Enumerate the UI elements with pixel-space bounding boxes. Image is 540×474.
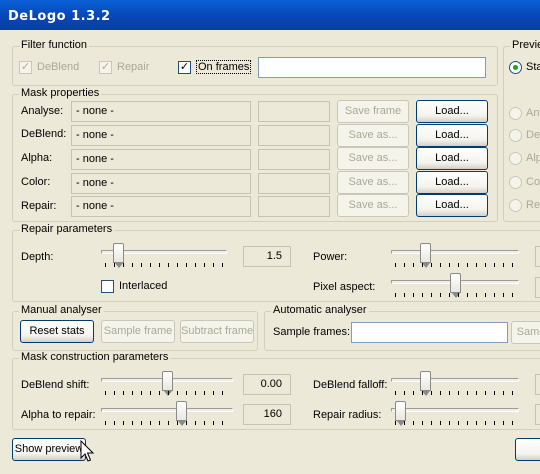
repair-save-as-button[interactable]: Save as... xyxy=(337,194,409,217)
preview-radio-alp[interactable] xyxy=(509,152,522,165)
repair-parameters-group: Repair parameters Depth: 1.5 Interlaced … xyxy=(12,223,540,302)
repair-parameters-legend: Repair parameters xyxy=(19,223,115,235)
color-mask-label: Color: xyxy=(21,176,51,188)
color-mask-field: - none - xyxy=(71,173,251,194)
mask-properties-legend: Mask properties xyxy=(19,87,102,99)
analyse-load-button[interactable]: Load... xyxy=(416,100,488,123)
reset-stats-button[interactable]: Reset stats xyxy=(20,320,94,343)
deblend-shift-slider-thumb[interactable] xyxy=(162,371,173,396)
deblend-falloff-label: DeBlend falloff: xyxy=(313,379,388,391)
repair-radius-label: Repair radius: xyxy=(313,409,382,421)
manual-analyser-group: Manual analyser Reset stats Sample frame… xyxy=(12,304,258,351)
deblend-falloff-value xyxy=(535,374,540,395)
preview-legend: Previe xyxy=(510,39,540,51)
deblend-save-as-button[interactable]: Save as... xyxy=(337,124,409,147)
deblend-mask-field: - none - xyxy=(71,125,251,146)
analyse-mask-extra xyxy=(258,101,330,122)
sample-button[interactable]: Samp xyxy=(511,321,540,344)
repair-mask-extra xyxy=(258,196,330,217)
repair-radius-slider-thumb[interactable] xyxy=(395,401,406,426)
alpha-to-repair-label: Alpha to repair: xyxy=(21,409,96,421)
sample-frames-input[interactable] xyxy=(351,322,508,343)
deblend-falloff-slider[interactable] xyxy=(391,371,519,396)
preview-radio-col-label: Col xyxy=(526,176,540,188)
deblend-load-button[interactable]: Load... xyxy=(416,124,488,147)
frames-input[interactable] xyxy=(258,57,486,78)
color-save-as-button[interactable]: Save as... xyxy=(337,171,409,194)
interlaced-checkbox[interactable] xyxy=(101,280,114,293)
show-preview-button[interactable]: Show preview xyxy=(12,438,86,461)
mouse-cursor-icon xyxy=(80,440,94,462)
preview-radio-ana-label: Ana xyxy=(526,107,540,119)
on-frames-label: On frames xyxy=(196,60,252,74)
preview-radio-ana[interactable] xyxy=(509,107,522,120)
repair-mask-label: Repair: xyxy=(21,200,57,212)
power-value xyxy=(535,246,540,267)
preview-radio-alp-label: Alp xyxy=(526,152,540,164)
analyse-mask-field: - none - xyxy=(71,101,251,122)
deblend-label: DeBlend xyxy=(37,61,80,73)
color-load-button[interactable]: Load... xyxy=(416,171,488,194)
alpha-to-repair-value: 160 xyxy=(243,404,291,425)
sample-frame-button[interactable]: Sample frame xyxy=(101,320,175,343)
pixel-aspect-slider-thumb[interactable] xyxy=(450,273,461,298)
power-slider[interactable] xyxy=(391,243,519,268)
pixel-aspect-label: Pixel aspect: xyxy=(313,281,376,293)
preview-group: Previe Sta Ana De Alp Col Re xyxy=(503,39,540,222)
deblend-shift-slider[interactable] xyxy=(101,371,233,396)
deblend-mask-label: DeBlend: xyxy=(21,128,67,140)
alpha-mask-field: - none - xyxy=(71,149,251,170)
repair-radius-slider[interactable] xyxy=(391,401,519,426)
deblend-falloff-slider-thumb[interactable] xyxy=(420,371,431,396)
depth-value: 1.5 xyxy=(243,246,291,267)
alpha-mask-label: Alpha: xyxy=(21,152,53,164)
title-bar[interactable]: DeLogo 1.3.2 xyxy=(0,0,540,30)
depth-slider-thumb[interactable] xyxy=(113,243,124,268)
depth-slider[interactable] xyxy=(101,243,227,268)
subtract-frame-button[interactable]: Subtract frame xyxy=(180,320,254,343)
pixel-aspect-slider[interactable] xyxy=(391,273,519,298)
manual-analyser-legend: Manual analyser xyxy=(19,304,104,316)
preview-radio-de[interactable] xyxy=(509,129,522,142)
sample-frames-label: Sample frames: xyxy=(273,326,351,338)
repair-radius-value xyxy=(535,404,540,425)
alpha-to-repair-slider[interactable] xyxy=(101,401,233,426)
window-title: DeLogo 1.3.2 xyxy=(8,9,111,24)
deblend-shift-value: 0.00 xyxy=(243,374,291,395)
depth-label: Depth: xyxy=(21,251,54,263)
repair-mask-field: - none - xyxy=(71,196,251,217)
alpha-save-as-button[interactable]: Save as... xyxy=(337,147,409,170)
power-label: Power: xyxy=(313,251,348,263)
filter-function-group: Filter function ✓ DeBlend ✓ Repair ✓ On … xyxy=(12,39,498,86)
ok-button[interactable] xyxy=(515,438,540,461)
pixel-aspect-value xyxy=(535,277,540,298)
deblend-mask-extra xyxy=(258,125,330,146)
preview-radio-col[interactable] xyxy=(509,176,522,189)
repair-label: Repair xyxy=(117,61,150,73)
deblend-checkbox[interactable]: ✓ xyxy=(19,61,32,74)
preview-radio-sta[interactable] xyxy=(509,61,522,74)
preview-radio-re[interactable] xyxy=(509,199,522,212)
automatic-analyser-legend: Automatic analyser xyxy=(271,304,369,316)
preview-radio-de-label: De xyxy=(526,129,540,141)
alpha-to-repair-slider-thumb[interactable] xyxy=(176,401,187,426)
mask-construction-group: Mask construction parameters DeBlend shi… xyxy=(12,351,540,430)
repair-checkbox[interactable]: ✓ xyxy=(99,61,112,74)
power-slider-thumb[interactable] xyxy=(420,243,431,268)
repair-load-button[interactable]: Load... xyxy=(416,194,488,217)
preview-radio-re-label: Re xyxy=(526,199,540,211)
preview-radio-sta-label: Sta xyxy=(526,61,540,73)
analyse-label: Analyse: xyxy=(21,105,64,117)
automatic-analyser-group: Automatic analyser Sample frames: Samp xyxy=(264,304,540,351)
deblend-shift-label: DeBlend shift: xyxy=(21,379,90,391)
alpha-load-button[interactable]: Load... xyxy=(416,147,488,170)
mask-construction-legend: Mask construction parameters xyxy=(19,351,171,363)
filter-function-legend: Filter function xyxy=(19,39,90,51)
mask-properties-group: Mask properties Analyse: - none - Save f… xyxy=(12,87,498,222)
alpha-mask-extra xyxy=(258,149,330,170)
analyse-save-frame-button[interactable]: Save frame xyxy=(337,100,409,123)
color-mask-extra xyxy=(258,173,330,194)
interlaced-label: Interlaced xyxy=(119,280,168,292)
on-frames-checkbox[interactable]: ✓ xyxy=(178,61,191,74)
